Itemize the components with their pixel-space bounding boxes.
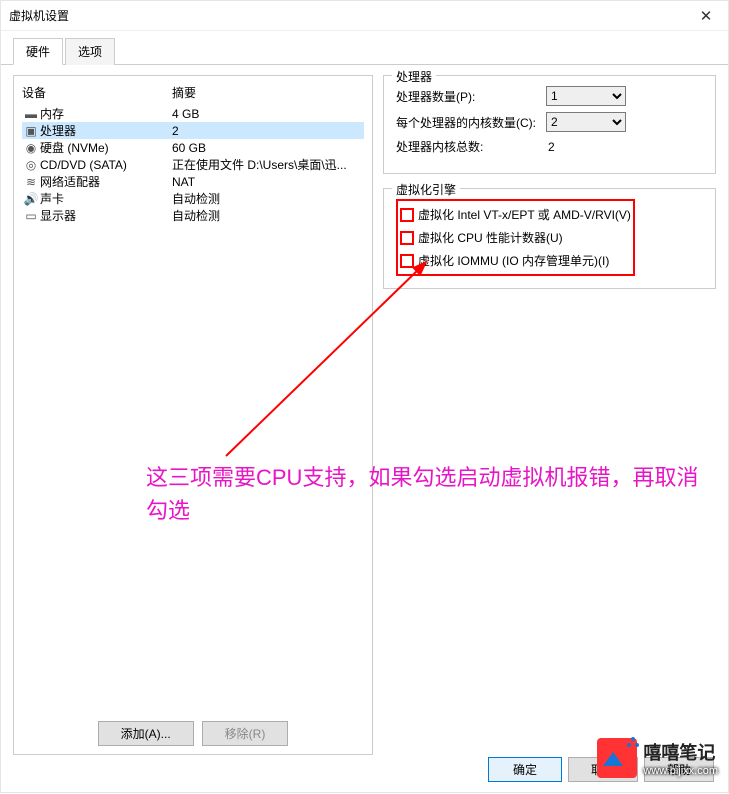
device-summary: 自动检测 xyxy=(172,190,364,207)
cd-icon: ◎ xyxy=(22,158,40,172)
disk-icon: ◉ xyxy=(22,141,40,155)
virt-checks-highlight: 虚拟化 Intel VT-x/EPT 或 AMD-V/RVI(V) 虚拟化 CP… xyxy=(396,199,635,276)
device-name: 声卡 xyxy=(40,190,172,207)
virt-perf-label: 虚拟化 CPU 性能计数器(U) xyxy=(418,229,563,246)
device-row[interactable]: ◎CD/DVD (SATA)正在使用文件 D:\Users\桌面\迅... xyxy=(22,156,364,173)
virt-engine-group: 虚拟化引擎 虚拟化 Intel VT-x/EPT 或 AMD-V/RVI(V) … xyxy=(383,188,716,289)
checkbox-icon[interactable] xyxy=(400,254,414,268)
device-summary: 60 GB xyxy=(172,141,364,155)
virt-vt-row[interactable]: 虚拟化 Intel VT-x/EPT 或 AMD-V/RVI(V) xyxy=(400,206,631,223)
num-processors-select[interactable]: 1 xyxy=(546,86,626,106)
virt-iommu-label: 虚拟化 IOMMU (IO 内存管理单元)(I) xyxy=(418,252,609,269)
device-table: 设备 摘要 ▬内存4 GB▣处理器2◉硬盘 (NVMe)60 GB◎CD/DVD… xyxy=(22,84,364,713)
device-row[interactable]: ▣处理器2 xyxy=(22,122,364,139)
device-name: 内存 xyxy=(40,105,172,122)
cores-per-label: 每个处理器的内核数量(C): xyxy=(396,114,546,131)
tabs: 硬件 选项 xyxy=(1,31,728,65)
col-header-device: 设备 xyxy=(22,84,172,101)
cancel-button[interactable]: 取消 xyxy=(568,757,638,782)
checkbox-icon[interactable] xyxy=(400,231,414,245)
display-icon: ▭ xyxy=(22,209,40,223)
device-row[interactable]: ≋网络适配器NAT xyxy=(22,173,364,190)
device-row[interactable]: ▬内存4 GB xyxy=(22,105,364,122)
device-row[interactable]: ◉硬盘 (NVMe)60 GB xyxy=(22,139,364,156)
virt-perf-row[interactable]: 虚拟化 CPU 性能计数器(U) xyxy=(400,229,631,246)
sound-icon: 🔊 xyxy=(22,192,40,206)
device-summary: 自动检测 xyxy=(172,207,364,224)
net-icon: ≋ xyxy=(22,175,40,189)
main-area: 设备 摘要 ▬内存4 GB▣处理器2◉硬盘 (NVMe)60 GB◎CD/DVD… xyxy=(1,65,728,765)
processor-group: 处理器 处理器数量(P): 1 每个处理器的内核数量(C): 2 处理器内 xyxy=(383,75,716,174)
tab-options[interactable]: 选项 xyxy=(65,38,115,65)
right-pane: 处理器 处理器数量(P): 1 每个处理器的内核数量(C): 2 处理器内 xyxy=(383,75,716,755)
device-header: 设备 摘要 xyxy=(22,84,364,105)
device-summary: 正在使用文件 D:\Users\桌面\迅... xyxy=(172,156,364,173)
cpu-icon: ▣ xyxy=(22,124,40,138)
ok-button[interactable]: 确定 xyxy=(488,757,562,782)
add-button[interactable]: 添加(A)... xyxy=(98,721,194,746)
device-summary: 4 GB xyxy=(172,107,364,121)
virt-iommu-row[interactable]: 虚拟化 IOMMU (IO 内存管理单元)(I) xyxy=(400,252,631,269)
device-name: 处理器 xyxy=(40,122,172,139)
tab-hardware[interactable]: 硬件 xyxy=(13,38,63,65)
processor-group-title: 处理器 xyxy=(392,68,436,85)
window-title: 虚拟机设置 xyxy=(9,7,69,24)
device-row[interactable]: ▭显示器自动检测 xyxy=(22,207,364,224)
total-cores-label: 处理器内核总数: xyxy=(396,138,546,155)
cores-per-select[interactable]: 2 xyxy=(546,112,626,132)
device-name: CD/DVD (SATA) xyxy=(40,158,172,172)
dialog-buttons: 确定 取消 帮助 xyxy=(488,757,714,782)
device-name: 硬盘 (NVMe) xyxy=(40,139,172,156)
device-summary: 2 xyxy=(172,124,364,138)
help-button[interactable]: 帮助 xyxy=(644,757,714,782)
device-summary: NAT xyxy=(172,175,364,189)
device-name: 网络适配器 xyxy=(40,173,172,190)
virt-engine-title: 虚拟化引擎 xyxy=(392,181,460,198)
virt-vt-label: 虚拟化 Intel VT-x/EPT 或 AMD-V/RVI(V) xyxy=(418,206,631,223)
checkbox-icon[interactable] xyxy=(400,208,414,222)
col-header-summary: 摘要 xyxy=(172,84,364,101)
num-processors-label: 处理器数量(P): xyxy=(396,88,546,105)
titlebar: 虚拟机设置 ✕ xyxy=(1,1,728,31)
close-button[interactable]: ✕ xyxy=(684,1,728,31)
annotation-text: 这三项需要CPU支持，如果勾选启动虚拟机报错，再取消勾选 xyxy=(146,461,706,527)
remove-button[interactable]: 移除(R) xyxy=(202,721,289,746)
total-cores-value: 2 xyxy=(546,140,555,154)
device-list-pane: 设备 摘要 ▬内存4 GB▣处理器2◉硬盘 (NVMe)60 GB◎CD/DVD… xyxy=(13,75,373,755)
device-row[interactable]: 🔊声卡自动检测 xyxy=(22,190,364,207)
memory-icon: ▬ xyxy=(22,107,40,121)
device-buttons: 添加(A)... 移除(R) xyxy=(22,713,364,746)
device-name: 显示器 xyxy=(40,207,172,224)
